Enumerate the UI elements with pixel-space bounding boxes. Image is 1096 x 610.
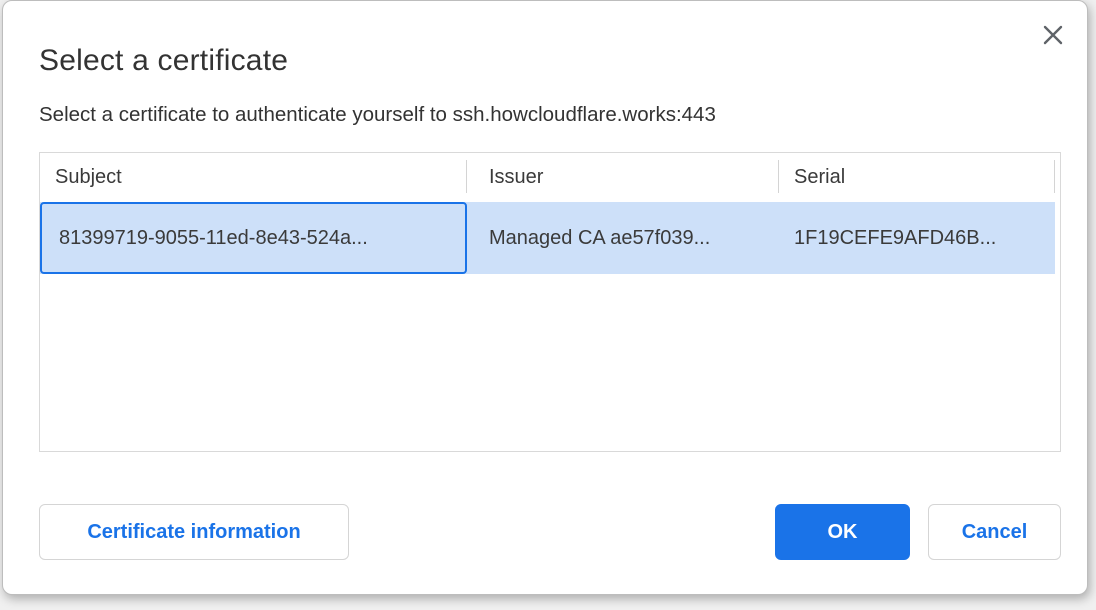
table-header-row: Subject Issuer Serial xyxy=(40,153,1060,202)
cell-subject[interactable]: 81399719-9055-11ed-8e43-524a... xyxy=(40,202,467,274)
column-header-issuer[interactable]: Issuer xyxy=(467,153,779,202)
cell-issuer[interactable]: Managed CA ae57f039... xyxy=(467,202,779,274)
column-header-serial[interactable]: Serial xyxy=(779,153,1055,202)
certificate-table: Subject Issuer Serial 81399719-9055-11ed… xyxy=(39,152,1061,452)
certificate-select-dialog: Select a certificate Select a certificat… xyxy=(2,0,1088,595)
certificate-row-selected[interactable]: 81399719-9055-11ed-8e43-524a... Managed … xyxy=(40,202,1055,274)
close-button[interactable] xyxy=(1039,21,1067,49)
cell-serial[interactable]: 1F19CEFE9AFD46B... xyxy=(779,202,1055,274)
dialog-subtitle: Select a certificate to authenticate you… xyxy=(39,103,716,127)
ok-button[interactable]: OK xyxy=(775,504,910,560)
dialog-title: Select a certificate xyxy=(39,44,288,78)
close-icon xyxy=(1042,24,1064,46)
certificate-information-button[interactable]: Certificate information xyxy=(39,504,349,560)
column-header-subject[interactable]: Subject xyxy=(40,153,467,202)
cancel-button[interactable]: Cancel xyxy=(928,504,1061,560)
